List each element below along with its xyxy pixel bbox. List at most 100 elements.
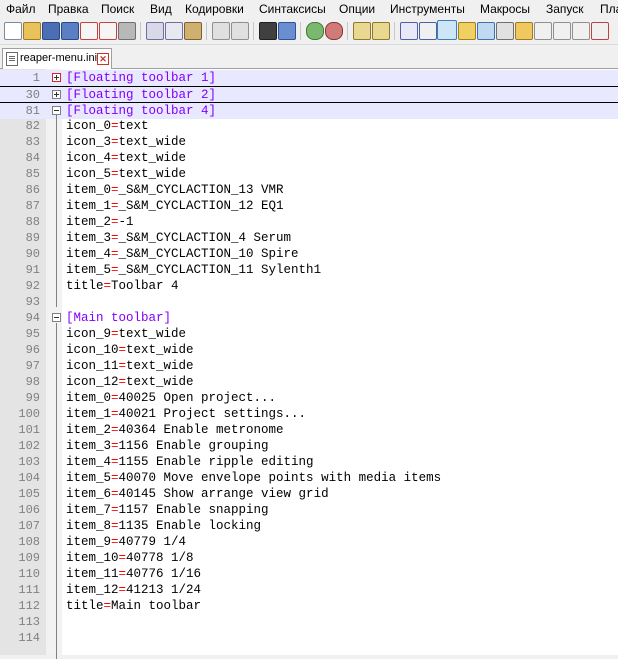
- code-line[interactable]: 101 item_2=40364 Enable metronome: [0, 422, 618, 438]
- line-number: 85: [25, 167, 40, 181]
- print-icon[interactable]: [118, 22, 136, 40]
- menu-macros[interactable]: Макросы: [480, 2, 530, 16]
- code-line[interactable]: 102 item_3=1156 Enable grouping: [0, 438, 618, 454]
- code-line[interactable]: 99 item_0=40025 Open project...: [0, 390, 618, 406]
- code-line[interactable]: 107 item_8=1135 Enable locking: [0, 518, 618, 534]
- value: 1156 Enable grouping: [118, 439, 269, 453]
- editor[interactable]: 1 [Floating toolbar 1] 30 [Floating toolbar…: [0, 69, 618, 659]
- sync-horizontal-icon[interactable]: [372, 22, 390, 40]
- key: item_10: [66, 551, 119, 565]
- record-macro-icon[interactable]: [534, 22, 552, 40]
- sync-vertical-icon[interactable]: [353, 22, 371, 40]
- code-line[interactable]: 106 item_7=1157 Enable snapping: [0, 502, 618, 518]
- run-macro-icon[interactable]: [591, 22, 609, 40]
- code-line[interactable]: 84 icon_4=text_wide: [0, 150, 618, 166]
- line-number: 81: [25, 104, 40, 118]
- code-line[interactable]: 112 title=Main toolbar: [0, 598, 618, 614]
- code-line[interactable]: 87 item_1=_S&M_CYCLACTION_12 EQ1: [0, 198, 618, 214]
- close-tab-icon[interactable]: ✕: [97, 53, 109, 65]
- save-all-icon[interactable]: [61, 22, 79, 40]
- zoom-in-icon[interactable]: [306, 22, 324, 40]
- code-line[interactable]: 82 icon_0=text: [0, 118, 618, 134]
- close-icon[interactable]: [80, 22, 98, 40]
- menu-tools[interactable]: Инструменты: [390, 2, 465, 16]
- indent-guide-icon[interactable]: [437, 20, 457, 40]
- show-symbols-icon[interactable]: [419, 22, 437, 40]
- menu-plugins[interactable]: Пла: [600, 2, 618, 16]
- save-icon[interactable]: [42, 22, 60, 40]
- undo-icon[interactable]: [212, 22, 230, 40]
- code-line[interactable]: 113: [0, 614, 618, 630]
- expand-fold-icon[interactable]: [52, 73, 61, 82]
- code-line[interactable]: 89 item_3=_S&M_CYCLACTION_4 Serum: [0, 230, 618, 246]
- code-line[interactable]: 109 item_10=40778 1/8: [0, 550, 618, 566]
- word-wrap-icon[interactable]: [400, 22, 418, 40]
- code-line[interactable]: 103 item_4=1155 Enable ripple editing: [0, 454, 618, 470]
- new-file-icon[interactable]: [4, 22, 22, 40]
- section-line[interactable]: 30 [Floating toolbar 2]: [0, 86, 618, 103]
- code-line[interactable]: 90 item_4=_S&M_CYCLACTION_10 Spire: [0, 246, 618, 262]
- code-line[interactable]: 85 icon_5=text_wide: [0, 166, 618, 182]
- section-line[interactable]: 81 [Floating toolbar 4]: [0, 102, 618, 119]
- code-line[interactable]: 95 icon_9=text_wide: [0, 326, 618, 342]
- menu-view[interactable]: Вид: [150, 2, 172, 16]
- code-line[interactable]: 110 item_11=40776 1/16: [0, 566, 618, 582]
- zoom-out-icon[interactable]: [325, 22, 343, 40]
- menu-syntax[interactable]: Синтаксисы: [259, 2, 326, 16]
- menu-edit[interactable]: Правка: [48, 2, 89, 16]
- menu-run[interactable]: Запуск: [546, 2, 584, 16]
- line-number: 105: [18, 487, 40, 501]
- function-list-icon[interactable]: [496, 22, 514, 40]
- collapse-fold-icon[interactable]: [52, 106, 61, 115]
- value: 1135 Enable locking: [118, 519, 262, 533]
- menu-options[interactable]: Опции: [339, 2, 375, 16]
- section-line[interactable]: 1 [Floating toolbar 1]: [0, 70, 618, 86]
- line-text: item_4=_S&M_CYCLACTION_10 Spire: [66, 246, 299, 262]
- cut-icon[interactable]: [146, 22, 164, 40]
- equals-sign: =: [118, 375, 127, 389]
- folder-workspace-icon[interactable]: [515, 22, 533, 40]
- line-number: 96: [25, 343, 40, 357]
- key: icon_4: [66, 151, 112, 165]
- open-file-icon[interactable]: [23, 22, 41, 40]
- playback-macro-icon[interactable]: [572, 22, 590, 40]
- code-line[interactable]: 93: [0, 294, 618, 310]
- code-line[interactable]: 91 item_5=_S&M_CYCLACTION_11 Sylenth1: [0, 262, 618, 278]
- value: text: [118, 119, 149, 133]
- find-icon[interactable]: [259, 22, 277, 40]
- code-line[interactable]: 114: [0, 630, 618, 646]
- stop-recording-icon[interactable]: [553, 22, 571, 40]
- code-line[interactable]: 97 icon_11=text_wide: [0, 358, 618, 374]
- expand-fold-icon[interactable]: [52, 90, 61, 99]
- code-line[interactable]: 108 item_9=40779 1/4: [0, 534, 618, 550]
- code-line[interactable]: 83 icon_3=text_wide: [0, 134, 618, 150]
- section-header: [Floating toolbar 4]: [66, 104, 217, 118]
- copy-icon[interactable]: [165, 22, 183, 40]
- close-all-icon[interactable]: [99, 22, 117, 40]
- key: icon_3: [66, 135, 112, 149]
- code-line[interactable]: 92 title=Toolbar 4: [0, 278, 618, 294]
- section-line[interactable]: 94 [Main toolbar]: [0, 310, 618, 326]
- tab-reaper-menu-ini[interactable]: reaper-menu.ini ✕: [2, 48, 112, 69]
- code-line[interactable]: 96 icon_10=text_wide: [0, 342, 618, 358]
- code-line[interactable]: 88 item_2=-1: [0, 214, 618, 230]
- paste-icon[interactable]: [184, 22, 202, 40]
- language-icon[interactable]: [458, 22, 476, 40]
- tab-bar: reaper-menu.ini ✕: [0, 46, 618, 69]
- collapse-fold-icon[interactable]: [52, 313, 61, 322]
- code-line[interactable]: 105 item_6=40145 Show arrange view grid: [0, 486, 618, 502]
- code-line[interactable]: 86 item_0=_S&M_CYCLACTION_13 VMR: [0, 182, 618, 198]
- line-number: 103: [18, 455, 40, 469]
- redo-icon[interactable]: [231, 22, 249, 40]
- replace-icon[interactable]: [278, 22, 296, 40]
- code-line[interactable]: 100 item_1=40021 Project settings...: [0, 406, 618, 422]
- code-line[interactable]: 104 item_5=40070 Move envelope points wit…: [0, 470, 618, 486]
- line-text: item_9=40779 1/4: [66, 534, 186, 550]
- code-line[interactable]: 111 item_12=41213 1/24: [0, 582, 618, 598]
- code-line[interactable]: 98 icon_12=text_wide: [0, 374, 618, 390]
- menu-file[interactable]: Файл: [6, 2, 36, 16]
- menu-encoding[interactable]: Кодировки: [185, 2, 244, 16]
- document-map-icon[interactable]: [477, 22, 495, 40]
- menu-search[interactable]: Поиск: [101, 2, 134, 16]
- value: text_wide: [126, 375, 194, 389]
